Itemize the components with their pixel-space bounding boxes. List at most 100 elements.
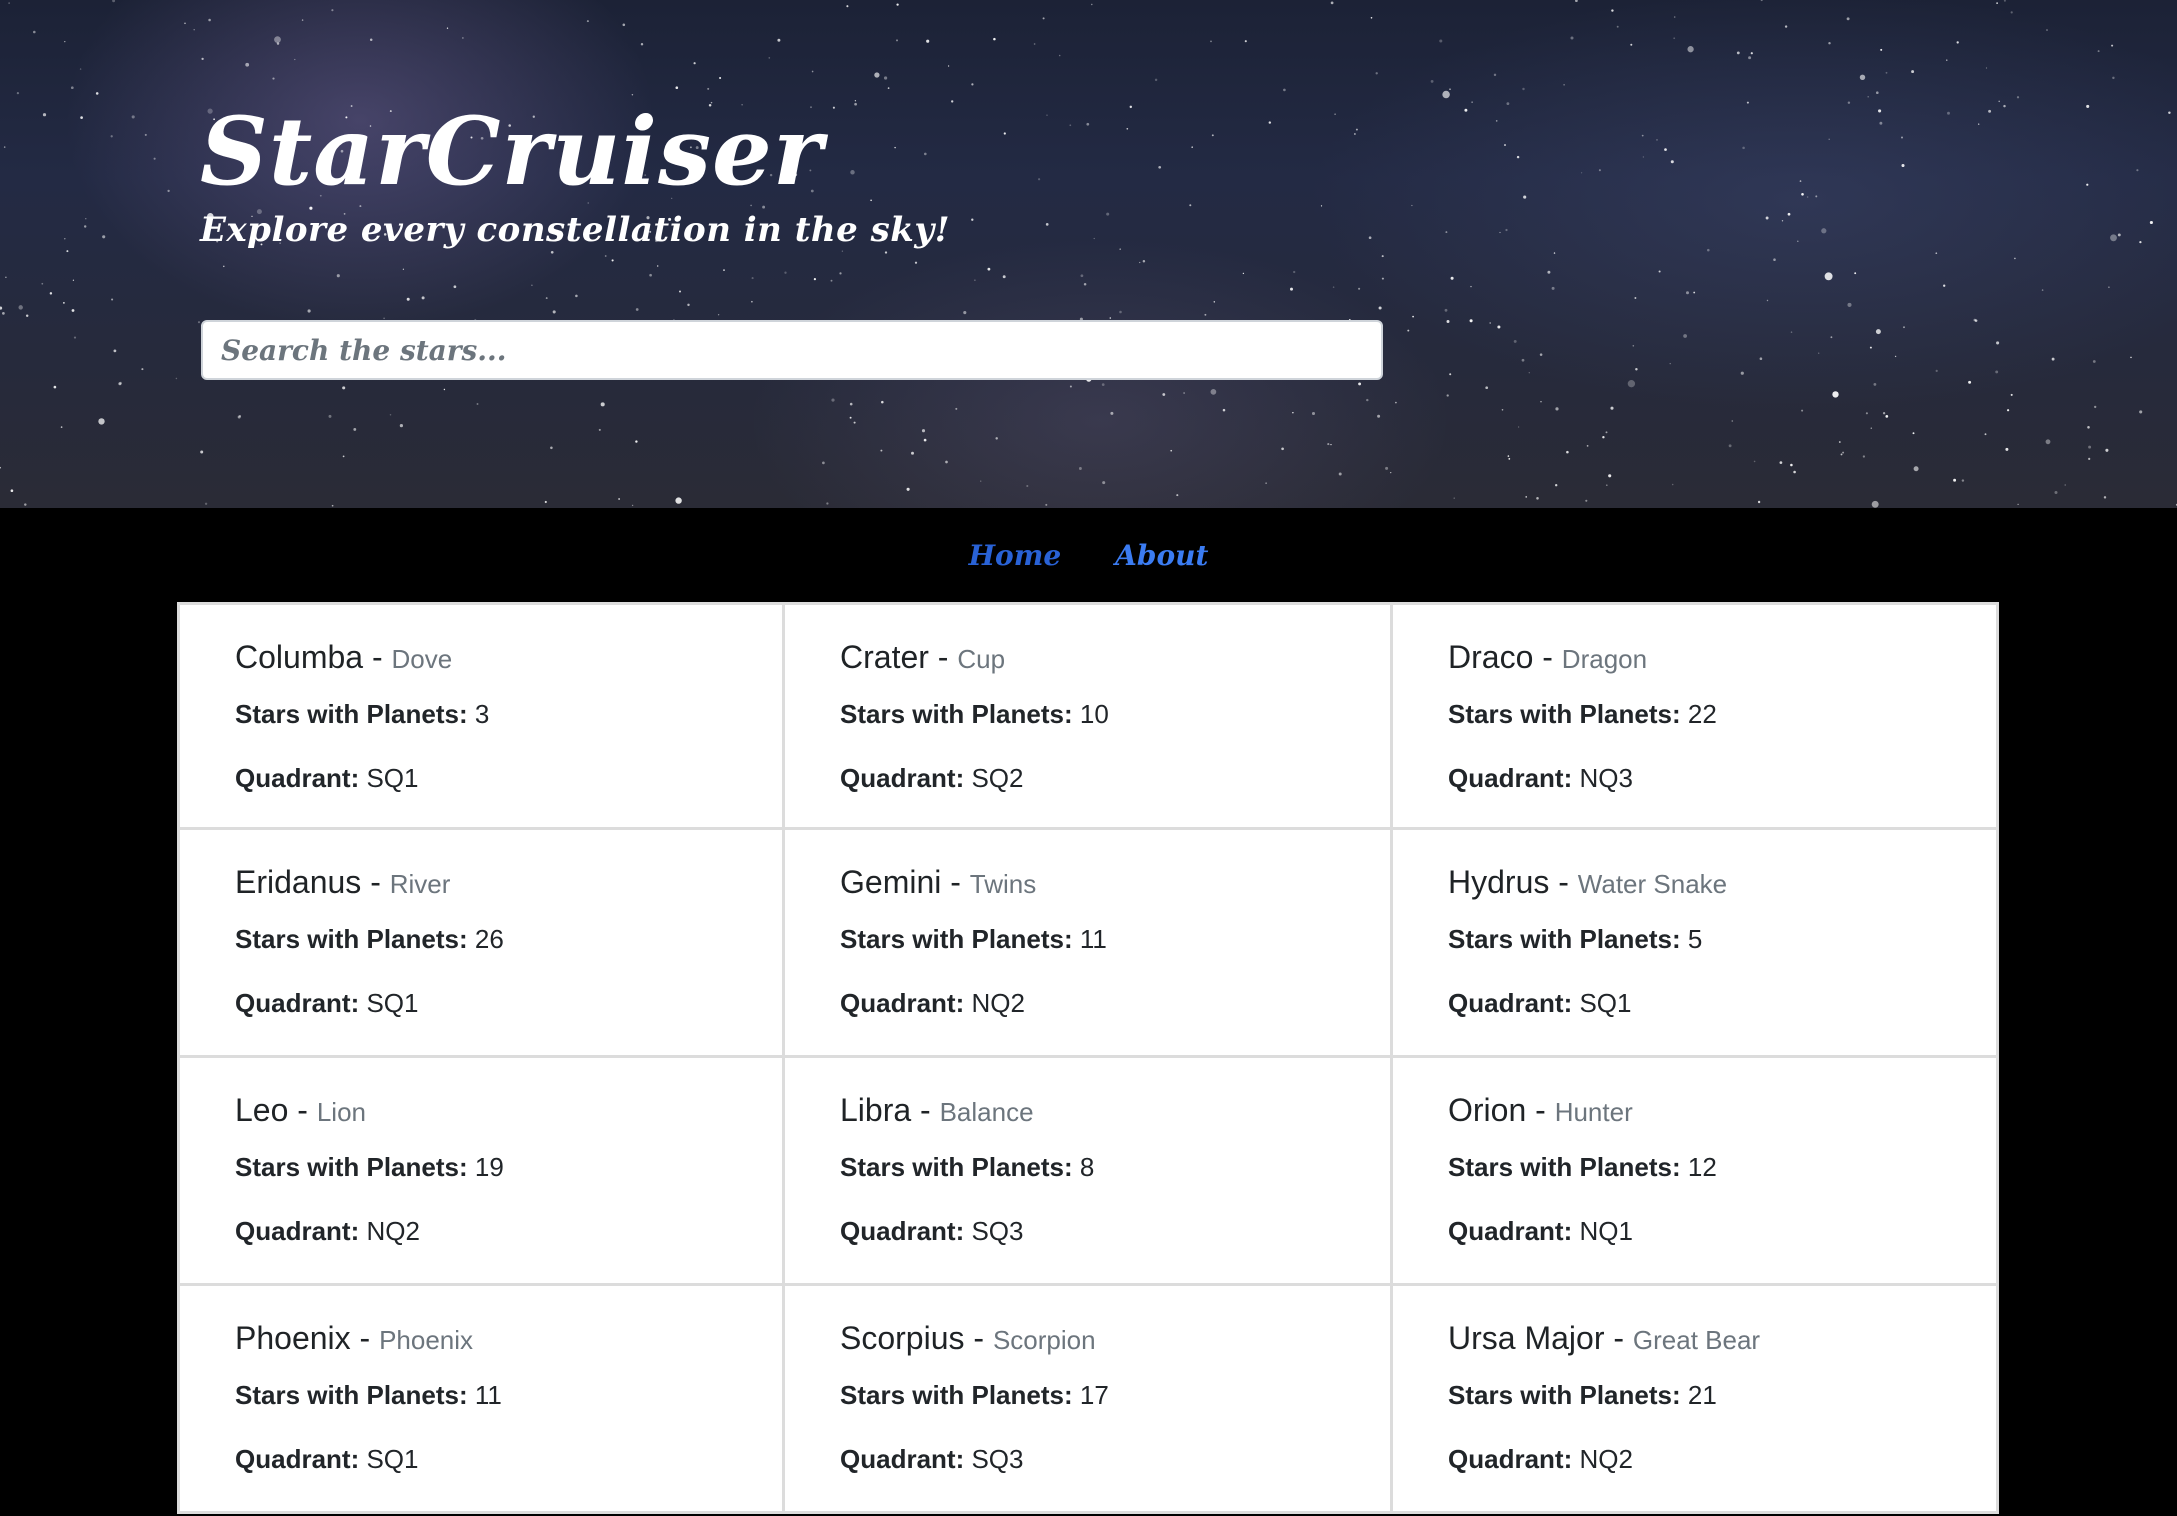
star-dot: [1445, 231, 1448, 234]
nav-about-link[interactable]: About: [1115, 539, 1208, 572]
title-separator: -: [928, 639, 958, 675]
star-dot: [1058, 54, 1061, 57]
star-dot: [707, 87, 710, 90]
quadrant-label: Quadrant:: [235, 1444, 360, 1474]
star-dot: [675, 497, 682, 504]
star-dot: [1439, 39, 1443, 43]
star-dot: [1242, 272, 1245, 275]
nav-home-link[interactable]: Home: [969, 539, 1062, 572]
star-dot: [951, 100, 954, 103]
constellation-card[interactable]: Gemini - Twins Stars with Planets: 11 Qu…: [785, 830, 1393, 1058]
star-dot: [1566, 450, 1569, 454]
star-dot: [846, 5, 849, 8]
star-dot: [2086, 104, 2090, 108]
star-dot: [1824, 272, 1833, 281]
star-dot: [2014, 257, 2016, 260]
star-dot: [1330, 443, 1332, 446]
star-dot: [83, 225, 87, 228]
constellation-card[interactable]: Crater - Cup Stars with Planets: 10 Quad…: [785, 602, 1393, 830]
star-dot: [1585, 499, 1588, 502]
quadrant-value: SQ3: [971, 1444, 1024, 1474]
star-dot: [2087, 426, 2090, 429]
star-dot: [2136, 169, 2139, 172]
planets-field: Stars with Planets: 22: [1448, 697, 1996, 731]
star-dot: [1026, 484, 1029, 488]
star-dot: [200, 450, 204, 454]
star-dot: [1611, 9, 1614, 12]
star-dot: [1935, 252, 1938, 255]
constellation-card[interactable]: Orion - Hunter Stars with Planets: 12 Qu…: [1393, 1058, 1999, 1286]
constellation-card[interactable]: Eridanus - River Stars with Planets: 26 …: [177, 830, 785, 1058]
star-dot: [813, 278, 817, 281]
constellation-alias: River: [389, 869, 451, 899]
star-dot: [1042, 17, 1045, 20]
constellation-title: Orion - Hunter: [1448, 1090, 1996, 1132]
star-dot: [1139, 261, 1141, 264]
star-dot: [1038, 178, 1041, 181]
star-dot: [1900, 136, 1904, 139]
star-dot: [1953, 478, 1957, 482]
constellation-card[interactable]: Columba - Dove Stars with Planets: 3 Qua…: [177, 602, 785, 830]
constellation-alias: Great Bear: [1632, 1325, 1761, 1355]
star-dot: [679, 290, 681, 293]
planets-field: Stars with Planets: 19: [235, 1150, 782, 1184]
star-dot: [1444, 308, 1448, 312]
star-dot: [1522, 87, 1525, 91]
star-dot: [1102, 481, 1106, 485]
star-dot: [1501, 409, 1504, 411]
star-dot: [1759, 357, 1763, 360]
quadrant-value: SQ1: [366, 988, 419, 1018]
star-dot: [1449, 373, 1452, 376]
star-dot: [911, 451, 914, 455]
star-dot: [622, 23, 626, 27]
star-dot: [1867, 95, 1869, 98]
star-dot: [2139, 410, 2143, 414]
constellation-alias: Dragon: [1561, 644, 1648, 674]
star-dot: [1470, 285, 1472, 288]
constellation-card[interactable]: Ursa Major - Great Bear Stars with Plane…: [1393, 1286, 1999, 1514]
star-dot: [1996, 341, 2000, 345]
planets-label: Stars with Planets:: [840, 1152, 1073, 1182]
quadrant-label: Quadrant:: [840, 763, 965, 793]
quadrant-label: Quadrant:: [1448, 988, 1573, 1018]
constellation-card[interactable]: Libra - Balance Stars with Planets: 8 Qu…: [785, 1058, 1393, 1286]
star-dot: [406, 297, 410, 301]
star-dot: [849, 416, 852, 419]
constellation-card[interactable]: Leo - Lion Stars with Planets: 19 Quadra…: [177, 1058, 785, 1286]
star-dot: [906, 487, 910, 491]
planets-value: 26: [474, 924, 504, 954]
star-dot: [1003, 132, 1006, 135]
star-dot: [1069, 385, 1072, 388]
star-dot: [49, 292, 53, 295]
star-dot: [53, 385, 57, 389]
star-dot: [1793, 470, 1796, 474]
star-dot: [1002, 275, 1006, 279]
constellation-card[interactable]: Scorpius - Scorpion Stars with Planets: …: [785, 1286, 1393, 1514]
star-dot: [1779, 461, 1783, 464]
star-dot: [71, 309, 75, 312]
star-dot: [274, 36, 281, 43]
star-dot: [1580, 172, 1583, 174]
star-dot: [2130, 356, 2132, 359]
search-input[interactable]: [221, 322, 1381, 378]
star-dot: [1213, 301, 1216, 303]
planets-value: 21: [1687, 1380, 1717, 1410]
quadrant-value: SQ2: [971, 763, 1024, 793]
constellation-card[interactable]: Draco - Dragon Stars with Planets: 22 Qu…: [1393, 602, 1999, 830]
star-dot: [342, 386, 346, 390]
quadrant-value: NQ2: [971, 988, 1025, 1018]
constellation-card[interactable]: Phoenix - Phoenix Stars with Planets: 11…: [177, 1286, 785, 1514]
star-dot: [1787, 212, 1791, 216]
star-dot: [2051, 357, 2055, 361]
constellation-card[interactable]: Hydrus - Water Snake Stars with Planets:…: [1393, 830, 1999, 1058]
star-dot: [1078, 467, 1082, 470]
planets-field: Stars with Planets: 8: [840, 1150, 1390, 1184]
star-dot: [1842, 451, 1845, 454]
star-dot: [1630, 43, 1633, 46]
search-box[interactable]: [201, 320, 1383, 380]
star-dot: [383, 317, 385, 320]
constellation-alias: Cup: [957, 644, 1006, 674]
star-dot: [245, 62, 250, 67]
star-dot: [1377, 414, 1381, 418]
star-dot: [544, 500, 547, 504]
